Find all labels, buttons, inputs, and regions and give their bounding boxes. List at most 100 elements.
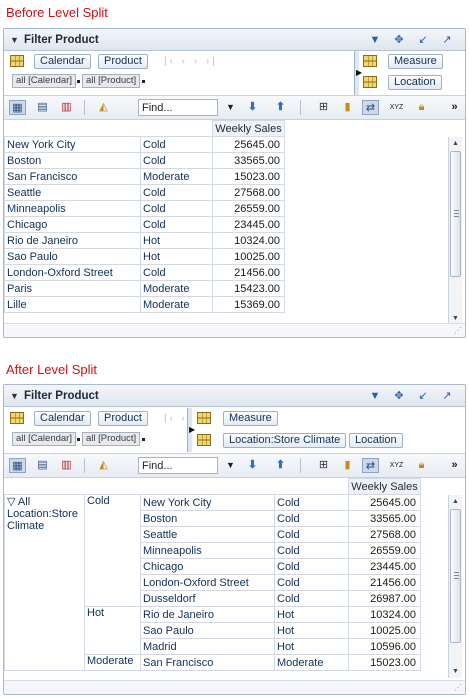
area-chart-icon[interactable]: ◭: [95, 100, 112, 115]
table-view-icon[interactable]: ▦: [9, 458, 26, 473]
climate-cell[interactable]: Moderate: [274, 654, 349, 671]
climate-cell[interactable]: Cold: [140, 136, 213, 153]
chevron-down-icon[interactable]: ▼: [10, 391, 20, 401]
triangle-down-icon[interactable]: ▼: [363, 34, 387, 46]
table-row[interactable]: New York City Cold 25645.00: [4, 136, 285, 153]
expand-arrow-icon[interactable]: ▶: [356, 68, 362, 77]
arrow-down-icon[interactable]: ⬇: [244, 100, 261, 115]
city-cell[interactable]: Boston: [4, 152, 141, 169]
table-row[interactable]: Chicago Cold 23445.00: [4, 216, 285, 233]
climate-cell[interactable]: Moderate: [140, 168, 213, 185]
climate-cell[interactable]: Cold: [140, 264, 213, 281]
city-cell[interactable]: Paris: [4, 280, 141, 297]
climate-cell[interactable]: Moderate: [140, 296, 213, 313]
climate-cell[interactable]: Hot: [140, 232, 213, 249]
table-view-icon[interactable]: ▦: [9, 100, 26, 115]
swap-axes-icon[interactable]: ⇄: [362, 100, 379, 115]
lock-icon[interactable]: 🔒︎: [413, 458, 430, 473]
climate-cell[interactable]: Cold: [274, 574, 349, 591]
expand-arrow-icon[interactable]: ▶: [189, 425, 195, 434]
sales-cell[interactable]: 15423.00: [212, 280, 285, 297]
triangle-down-icon[interactable]: ▼: [222, 458, 239, 473]
after-product-chip[interactable]: all [Product]: [82, 432, 141, 446]
city-cell[interactable]: New York City: [4, 136, 141, 153]
city-cell[interactable]: Minneapolis: [4, 200, 141, 217]
after-find-input[interactable]: [138, 457, 218, 474]
expand-icon[interactable]: ↗: [435, 33, 459, 46]
bar-chart-icon[interactable]: ▥: [58, 100, 75, 115]
sales-cell[interactable]: 25645.00: [348, 494, 421, 511]
scroll-thumb[interactable]: [450, 151, 461, 277]
before-measure-button[interactable]: Measure: [388, 54, 443, 69]
before-calendar-chip[interactable]: all [Calendar]: [12, 74, 76, 88]
area-chart-icon[interactable]: ◭: [95, 458, 112, 473]
triangle-down-icon[interactable]: ▼: [222, 100, 239, 115]
nav-arrows-icon[interactable]: |‹ ‹ › ›|: [164, 56, 218, 67]
sales-cell[interactable]: 15023.00: [212, 168, 285, 185]
nav-arrows-icon[interactable]: |‹ ‹: [164, 413, 188, 424]
sales-cell[interactable]: 23445.00: [212, 216, 285, 233]
sales-cell[interactable]: 10324.00: [348, 606, 421, 623]
climate-cell[interactable]: Hot: [274, 606, 349, 623]
city-cell[interactable]: Boston: [140, 510, 275, 527]
scroll-up-icon[interactable]: ▲: [449, 495, 462, 508]
city-cell[interactable]: Madrid: [140, 638, 275, 655]
scroll-down-icon[interactable]: ▼: [449, 665, 462, 678]
arrow-up-icon[interactable]: ⬆: [272, 100, 289, 115]
sales-cell[interactable]: 10025.00: [348, 622, 421, 639]
table-row[interactable]: Rio de Janeiro Hot 10324.00: [4, 232, 285, 249]
weekly-sales-header[interactable]: Weekly Sales: [348, 478, 421, 495]
layout-icon[interactable]: ⊞: [315, 100, 332, 115]
expand-icon[interactable]: ↗: [435, 389, 459, 402]
xyz-icon[interactable]: XYZ: [388, 100, 405, 115]
sales-cell[interactable]: 21456.00: [348, 574, 421, 591]
chevron-down-icon[interactable]: ▼: [10, 35, 20, 45]
sales-cell[interactable]: 26987.00: [348, 590, 421, 607]
city-cell[interactable]: Seattle: [4, 184, 141, 201]
city-cell[interactable]: New York City: [140, 494, 275, 511]
before-find-input[interactable]: [138, 99, 218, 116]
vertical-scrollbar[interactable]: ▲ ▼: [448, 137, 462, 325]
sales-cell[interactable]: 21456.00: [212, 264, 285, 281]
city-cell[interactable]: Minneapolis: [140, 542, 275, 559]
sales-cell[interactable]: 15369.00: [212, 296, 285, 313]
weekly-sales-header[interactable]: Weekly Sales: [212, 120, 285, 137]
sales-cell[interactable]: 10025.00: [212, 248, 285, 265]
table-row[interactable]: Boston Cold 33565.00: [4, 152, 285, 169]
sales-cell[interactable]: 26559.00: [348, 542, 421, 559]
after-location-button[interactable]: Location: [349, 433, 403, 448]
bar-chart-icon[interactable]: ▥: [58, 458, 75, 473]
after-location-climate-button[interactable]: Location:Store Climate: [223, 433, 347, 448]
climate-cell[interactable]: Cold: [274, 510, 349, 527]
double-chevron-right-icon[interactable]: »: [446, 458, 463, 473]
after-product-button[interactable]: Product: [98, 411, 148, 426]
lock-icon[interactable]: 🔒︎: [413, 100, 430, 115]
city-cell[interactable]: Rio de Janeiro: [4, 232, 141, 249]
shrink-icon[interactable]: ↙: [411, 33, 435, 46]
city-cell[interactable]: San Francisco: [140, 654, 275, 671]
city-cell[interactable]: Sao Paulo: [140, 622, 275, 639]
sales-cell[interactable]: 26559.00: [212, 200, 285, 217]
city-cell[interactable]: Lille: [4, 296, 141, 313]
city-cell[interactable]: Chicago: [140, 558, 275, 575]
table-row[interactable]: Sao Paulo Hot 10025.00: [4, 248, 285, 265]
sales-cell[interactable]: 10324.00: [212, 232, 285, 249]
sales-cell[interactable]: 23445.00: [348, 558, 421, 575]
climate-cell[interactable]: Cold: [274, 558, 349, 575]
swap-axes-icon[interactable]: ⇄: [362, 458, 379, 473]
scroll-up-icon[interactable]: ▲: [449, 137, 462, 150]
after-measure-button[interactable]: Measure: [223, 411, 278, 426]
arrow-down-icon[interactable]: ⬇: [244, 458, 261, 473]
table-row[interactable]: ▽ All Location:Store Climate Cold New York…: [4, 494, 421, 671]
before-calendar-button[interactable]: Calendar: [34, 54, 91, 69]
climate-cell[interactable]: Hot: [274, 638, 349, 655]
chart-table-icon[interactable]: ▤: [34, 458, 51, 473]
sales-cell[interactable]: 27568.00: [212, 184, 285, 201]
scroll-thumb[interactable]: [450, 509, 461, 643]
climate-cell[interactable]: Hot: [274, 622, 349, 639]
shrink-icon[interactable]: ↙: [411, 389, 435, 402]
climate-group-cell[interactable]: Moderate: [84, 654, 141, 671]
city-cell[interactable]: Dusseldorf: [140, 590, 275, 607]
city-cell[interactable]: London-Oxford Street: [140, 574, 275, 591]
sales-cell[interactable]: 33565.00: [212, 152, 285, 169]
